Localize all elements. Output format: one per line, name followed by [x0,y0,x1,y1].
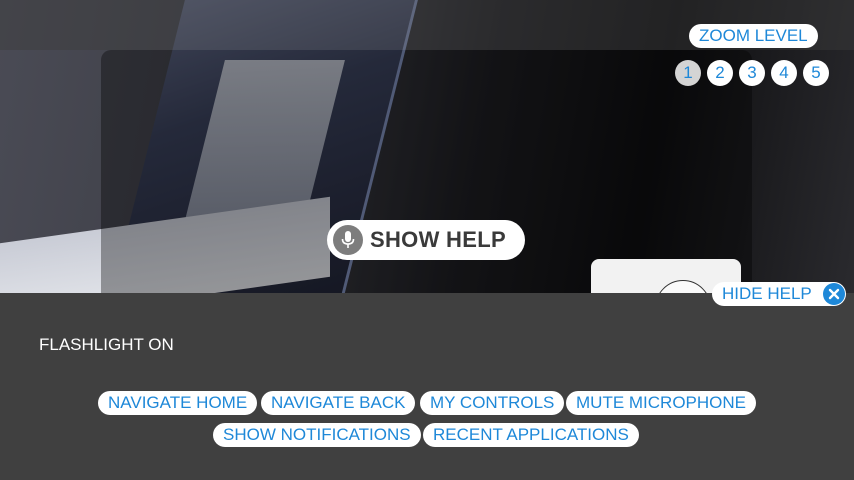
hide-help-button[interactable]: HIDE HELP [712,282,846,306]
zoom-level-3[interactable]: 3 [739,60,765,86]
navigate-home-command[interactable]: NAVIGATE HOME [98,391,258,415]
zoom-level-4[interactable]: 4 [771,60,797,86]
zoom-level-1[interactable]: 1 [675,60,701,86]
hide-help-label: HIDE HELP [722,284,812,303]
my-controls-command[interactable]: MY CONTROLS [420,391,565,415]
show-help-button[interactable]: SHOW HELP [327,220,525,260]
flashlight-status: FLASHLIGHT ON [39,335,174,354]
zoom-level-label[interactable]: ZOOM LEVEL [689,24,818,48]
zoom-level-2[interactable]: 2 [707,60,733,86]
show-notifications-command[interactable]: SHOW NOTIFICATIONS [213,423,421,447]
zoom-level-5[interactable]: 5 [803,60,829,86]
mute-microphone-command[interactable]: MUTE MICROPHONE [566,391,756,415]
microphone-icon [333,225,363,255]
help-panel [0,293,854,480]
navigate-back-command[interactable]: NAVIGATE BACK [261,391,416,415]
show-help-label: SHOW HELP [370,227,506,252]
recent-applications-command[interactable]: RECENT APPLICATIONS [423,423,639,447]
close-icon [822,283,845,305]
